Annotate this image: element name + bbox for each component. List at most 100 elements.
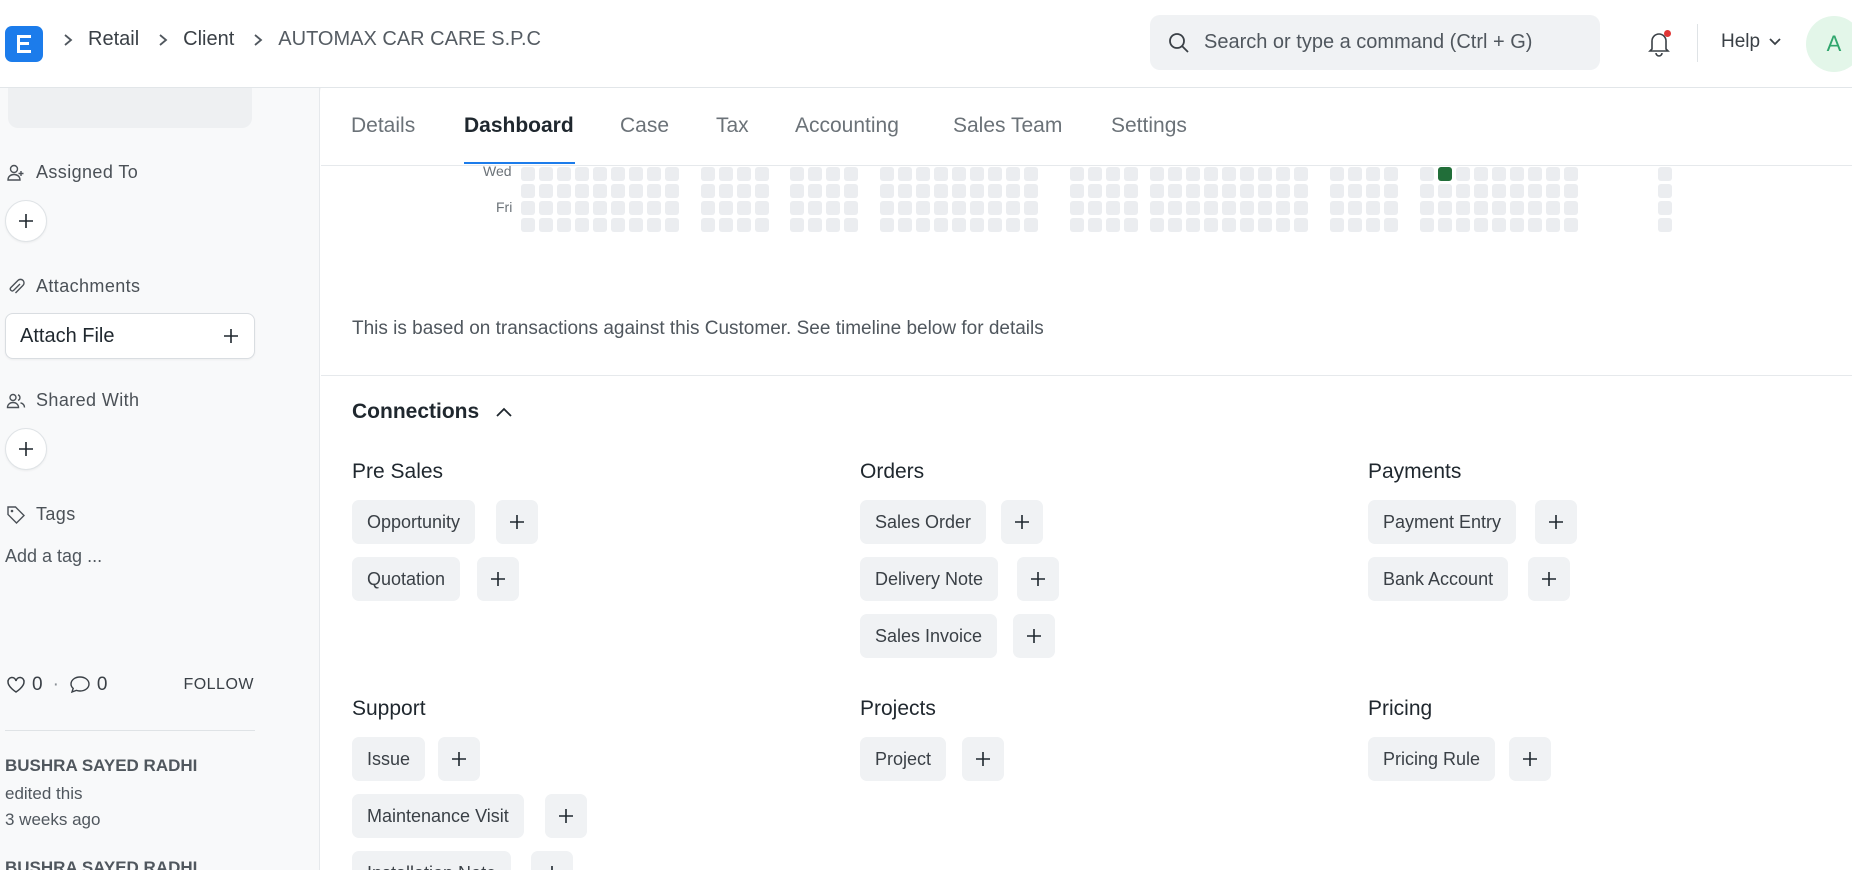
- heatmap-cell: [647, 201, 661, 215]
- heatmap-cell: [647, 218, 661, 232]
- add-share-button[interactable]: [5, 428, 47, 470]
- activity-user[interactable]: BUSHRA SAYED RADHI: [5, 858, 197, 870]
- tab-case[interactable]: Case: [620, 114, 669, 138]
- activity-user[interactable]: BUSHRA SAYED RADHI: [5, 756, 197, 776]
- add-quotation-button[interactable]: [477, 557, 519, 601]
- comment-count-button[interactable]: 0: [69, 674, 107, 696]
- heatmap-cell: [916, 218, 930, 232]
- tab-settings[interactable]: Settings: [1111, 114, 1187, 138]
- plus-icon: [510, 515, 524, 529]
- assigned-to-text: Assigned To: [36, 162, 139, 182]
- breadcrumb-client[interactable]: Client: [183, 28, 234, 51]
- group-title-projects: Projects: [860, 697, 936, 720]
- heatmap-cell: [1420, 201, 1434, 215]
- heatmap-cell: [1330, 218, 1344, 232]
- connection-delivery-note[interactable]: Delivery Note: [860, 557, 999, 601]
- heatmap-cell: [521, 184, 535, 198]
- add-sales-order-button[interactable]: [1001, 500, 1043, 544]
- tab-dashboard[interactable]: Dashboard: [464, 114, 574, 138]
- paperclip-icon: [9, 278, 25, 293]
- notification-bell-icon[interactable]: [1644, 28, 1674, 58]
- connections-header[interactable]: Connections: [352, 400, 513, 424]
- tab-sales-team[interactable]: Sales Team: [953, 114, 1062, 138]
- heatmap-cell: [934, 167, 948, 181]
- plus-icon: [1523, 752, 1537, 766]
- heatmap-cell: [1474, 201, 1488, 215]
- heatmap-cell: [880, 184, 894, 198]
- heatmap-cell: [1204, 218, 1218, 232]
- add-project-button[interactable]: [962, 737, 1004, 781]
- add-installation-note-button[interactable]: [531, 851, 573, 870]
- heatmap-cell: [593, 167, 607, 181]
- heatmap-cell: [1366, 218, 1380, 232]
- tab-tax[interactable]: Tax: [716, 114, 749, 138]
- follow-button[interactable]: FOLLOW: [183, 676, 254, 694]
- tags-text: Tags: [36, 504, 76, 524]
- search-icon: [1169, 32, 1189, 53]
- heatmap-cell: [1276, 167, 1290, 181]
- add-payment-entry-button[interactable]: [1535, 500, 1577, 544]
- connection-bank-account[interactable]: Bank Account: [1368, 557, 1509, 601]
- heatmap-cell: [826, 184, 840, 198]
- add-pricing-rule-button[interactable]: [1509, 737, 1551, 781]
- heatmap-cell: [1222, 167, 1236, 181]
- connection-opportunity[interactable]: Opportunity: [352, 500, 476, 544]
- heatmap-cell: [934, 201, 948, 215]
- attachments-text: Attachments: [36, 276, 141, 296]
- add-bank-account-button[interactable]: [1528, 557, 1570, 601]
- heatmap-cell: [826, 167, 840, 181]
- add-maintenance-visit-button[interactable]: [545, 794, 587, 838]
- plus-icon: [1031, 572, 1045, 586]
- heatmap-cell: [1150, 201, 1164, 215]
- heatmap-cell: [1088, 184, 1102, 198]
- tab-accounting[interactable]: Accounting: [795, 114, 899, 138]
- heatmap-cell: [1366, 184, 1380, 198]
- heatmap-cell: [1384, 167, 1398, 181]
- attach-file-button[interactable]: Attach File: [5, 313, 255, 359]
- heatmap-cell: [1168, 218, 1182, 232]
- heatmap-cell: [1510, 184, 1524, 198]
- connection-sales-invoice[interactable]: Sales Invoice: [860, 614, 998, 658]
- heatmap-cell: [880, 201, 894, 215]
- shared-with-text: Shared With: [36, 390, 140, 410]
- add-issue-button[interactable]: [438, 737, 480, 781]
- add-opportunity-button[interactable]: [496, 500, 538, 544]
- heatmap-cell: [1456, 184, 1470, 198]
- add-assignee-button[interactable]: [5, 200, 47, 242]
- tab-details[interactable]: Details: [351, 114, 415, 138]
- heatmap-cell: [1222, 201, 1236, 215]
- connection-maintenance-visit[interactable]: Maintenance Visit: [352, 794, 524, 838]
- avatar[interactable]: A: [1806, 16, 1852, 72]
- social-bar: 0 · 0 FOLLOW: [6, 674, 254, 696]
- search-input[interactable]: Search or type a command (Ctrl + G): [1150, 15, 1600, 70]
- connection-quotation[interactable]: Quotation: [352, 557, 461, 601]
- help-dropdown[interactable]: Help: [1721, 31, 1782, 53]
- breadcrumb-customer[interactable]: AUTOMAX CAR CARE S.P.C: [278, 28, 541, 51]
- add-delivery-note-button[interactable]: [1017, 557, 1059, 601]
- tag-icon: [7, 505, 25, 524]
- plus-icon: [1542, 572, 1556, 586]
- heatmap-cell: [898, 201, 912, 215]
- connection-sales-order[interactable]: Sales Order: [860, 500, 987, 544]
- group-title-payments: Payments: [1368, 460, 1462, 483]
- like-button[interactable]: 0: [6, 674, 43, 696]
- heatmap-cell: [1348, 167, 1362, 181]
- app-logo-icon[interactable]: [5, 26, 43, 62]
- connection-pricing-rule[interactable]: Pricing Rule: [1368, 737, 1496, 781]
- heatmap-cell: [575, 184, 589, 198]
- top-navbar: Retail Client AUTOMAX CAR CARE S.P.C Sea…: [0, 0, 1852, 88]
- breadcrumb-retail[interactable]: Retail: [88, 28, 139, 51]
- heatmap-cell: [1024, 184, 1038, 198]
- connection-issue[interactable]: Issue: [352, 737, 426, 781]
- connection-project[interactable]: Project: [860, 737, 947, 781]
- heatmap-cell: [1222, 184, 1236, 198]
- heatmap-cell: [1474, 184, 1488, 198]
- connection-payment-entry[interactable]: Payment Entry: [1368, 500, 1517, 544]
- heatmap-cell: [1294, 201, 1308, 215]
- add-sales-invoice-button[interactable]: [1013, 614, 1055, 658]
- connection-installation-note[interactable]: Installation Note: [352, 851, 512, 870]
- heatmap-cell: [1204, 184, 1218, 198]
- heatmap-cell: [1106, 184, 1120, 198]
- heatmap-day-label: Fri: [496, 199, 513, 215]
- add-tag-link[interactable]: Add a tag ...: [5, 546, 102, 567]
